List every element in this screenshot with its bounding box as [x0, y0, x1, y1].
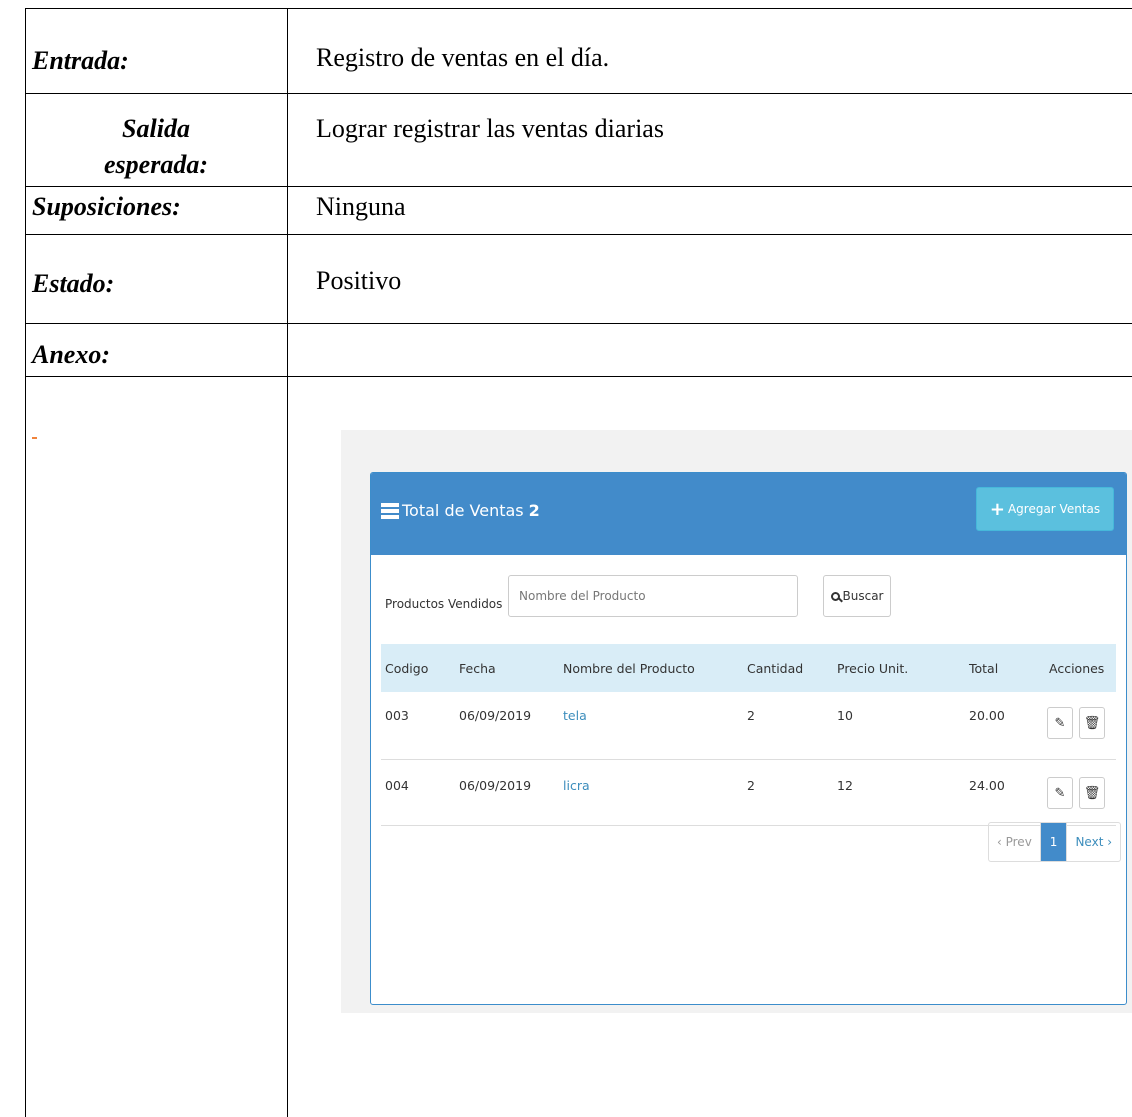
row2-total: 24.00: [969, 778, 1005, 793]
entrada-label: Entrada:: [32, 46, 129, 75]
salida-value: Lograr registrar las ventas diarias: [316, 114, 664, 143]
row2-precio: 12: [837, 778, 853, 793]
row1-cantidad: 2: [747, 708, 755, 723]
salida-label-line1: Salida: [122, 114, 190, 143]
edit-button[interactable]: ✎: [1047, 707, 1073, 739]
search-icon: [830, 591, 840, 601]
row-divider: [25, 376, 1132, 377]
trash-icon: 🗑: [1083, 715, 1101, 731]
row-divider: [25, 93, 1132, 94]
delete-button[interactable]: 🗑: [1079, 777, 1105, 809]
estado-label: Estado:: [32, 269, 115, 298]
row-divider: [25, 234, 1132, 235]
search-label: Productos Vendidos: [385, 597, 503, 611]
row1-total: 20.00: [969, 708, 1005, 723]
panel-header: Total de Ventas 2 + Agregar Ventas: [371, 473, 1126, 555]
pager-prev[interactable]: ‹ Prev: [989, 823, 1041, 861]
suposiciones-label: Suposiciones:: [32, 192, 181, 221]
col-codigo: Codigo: [385, 661, 429, 676]
salida-label-line2: esperada:: [104, 150, 208, 179]
edit-icon: ✎: [1054, 785, 1066, 801]
col-producto: Nombre del Producto: [563, 661, 695, 676]
row1-codigo: 003: [385, 708, 409, 723]
col-fecha: Fecha: [459, 661, 496, 676]
row-separator: [381, 759, 1116, 760]
row2-cantidad: 2: [747, 778, 755, 793]
row1-precio: 10: [837, 708, 853, 723]
pager-next[interactable]: Next ›: [1066, 823, 1120, 861]
search-button-label: Buscar: [842, 589, 884, 603]
row2-fecha: 06/09/2019: [459, 778, 532, 793]
panel-title-text: Total de Ventas: [402, 501, 524, 520]
col-total: Total: [969, 661, 999, 676]
add-sales-button[interactable]: + Agregar Ventas: [976, 487, 1114, 531]
row2-codigo: 004: [385, 778, 409, 793]
sales-count: 2: [528, 501, 540, 520]
pager-page-1[interactable]: 1: [1040, 823, 1067, 861]
search-input[interactable]: Nombre del Producto: [508, 575, 798, 617]
orange-mark: [32, 437, 37, 439]
estado-value: Positivo: [316, 266, 402, 295]
row1-fecha: 06/09/2019: [459, 708, 532, 723]
sales-panel: Total de Ventas 2 + Agregar Ventas Produ…: [370, 472, 1127, 1005]
edit-icon: ✎: [1054, 715, 1066, 731]
table-border-top: [25, 8, 1132, 9]
trash-icon: 🗑: [1083, 785, 1101, 801]
grid-icon: [381, 502, 399, 519]
search-button[interactable]: Buscar: [823, 575, 891, 617]
add-sales-label: Agregar Ventas: [1007, 502, 1101, 516]
plus-icon: +: [989, 498, 1005, 520]
test-case-table: Entrada: Registro de ventas en el día. S…: [0, 0, 1132, 1117]
suposiciones-value: Ninguna: [316, 192, 406, 221]
edit-button[interactable]: ✎: [1047, 777, 1073, 809]
row2-producto-link[interactable]: licra: [563, 778, 590, 793]
anexo-label: Anexo:: [32, 340, 110, 369]
annex-screenshot: Total de Ventas 2 + Agregar Ventas Produ…: [341, 430, 1132, 1013]
col-precio: Precio Unit.: [837, 661, 909, 676]
pagination: ‹ Prev 1 Next ›: [988, 822, 1122, 862]
col-cantidad: Cantidad: [747, 661, 804, 676]
col-acciones: Acciones: [1049, 661, 1105, 676]
panel-title: Total de Ventas 2: [381, 501, 540, 520]
entrada-value: Registro de ventas en el día.: [316, 43, 610, 72]
row1-producto-link[interactable]: tela: [563, 708, 587, 723]
column-divider: [287, 8, 288, 1117]
delete-button[interactable]: 🗑: [1079, 707, 1105, 739]
row-divider: [25, 323, 1132, 324]
row-divider: [25, 186, 1132, 187]
